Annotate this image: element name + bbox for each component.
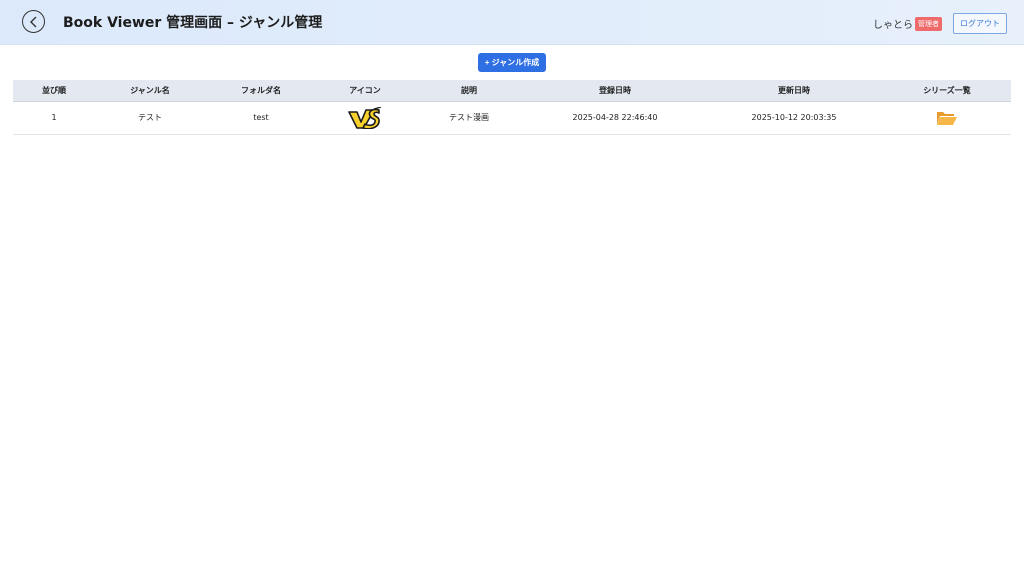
table-row[interactable]: 1 テスト test テスト漫画 2025-04-28 22:46:40 202… bbox=[13, 101, 1011, 135]
genre-table: 並び順 ジャンル名 フォルダ名 アイコン 説明 登録日時 更新日時 シリーズ一覧… bbox=[13, 80, 1011, 135]
cell-order: 1 bbox=[13, 101, 95, 135]
role-badge: 管理者 bbox=[915, 16, 942, 31]
column-header-order: 並び順 bbox=[13, 80, 95, 102]
create-genre-button[interactable]: + ジャンル作成 bbox=[478, 53, 546, 72]
column-header-created-at: 登録日時 bbox=[525, 80, 705, 102]
folder-open-icon[interactable] bbox=[936, 110, 958, 126]
cell-icon bbox=[317, 101, 413, 135]
vs-icon bbox=[348, 106, 382, 129]
back-button[interactable] bbox=[22, 10, 45, 33]
page-title: Book Viewer 管理画面 – ジャンル管理 bbox=[63, 15, 323, 31]
column-header-updated-at: 更新日時 bbox=[705, 80, 883, 102]
logout-button[interactable]: ログアウト bbox=[953, 13, 1007, 34]
column-header-genre-name: ジャンル名 bbox=[95, 80, 205, 102]
chevron-left-icon bbox=[29, 16, 36, 27]
cell-series-list bbox=[883, 101, 1011, 135]
cell-created-at: 2025-04-28 22:46:40 bbox=[525, 101, 705, 135]
column-header-series-list: シリーズ一覧 bbox=[883, 80, 1011, 102]
cell-genre-name: テスト bbox=[95, 101, 205, 135]
username: しゃとら bbox=[873, 20, 913, 31]
app-header: Book Viewer 管理画面 – ジャンル管理 しゃとら 管理者 ログアウト bbox=[0, 0, 1024, 45]
cell-folder-name: test bbox=[205, 101, 317, 135]
column-header-description: 説明 bbox=[413, 80, 525, 102]
user-area: しゃとら 管理者 ログアウト bbox=[873, 13, 1007, 34]
cell-description: テスト漫画 bbox=[413, 101, 525, 135]
cell-updated-at: 2025-10-12 20:03:35 bbox=[705, 101, 883, 135]
column-header-icon: アイコン bbox=[317, 80, 413, 102]
column-header-folder-name: フォルダ名 bbox=[205, 80, 317, 102]
table-header-row: 並び順 ジャンル名 フォルダ名 アイコン 説明 登録日時 更新日時 シリーズ一覧 bbox=[13, 80, 1011, 102]
